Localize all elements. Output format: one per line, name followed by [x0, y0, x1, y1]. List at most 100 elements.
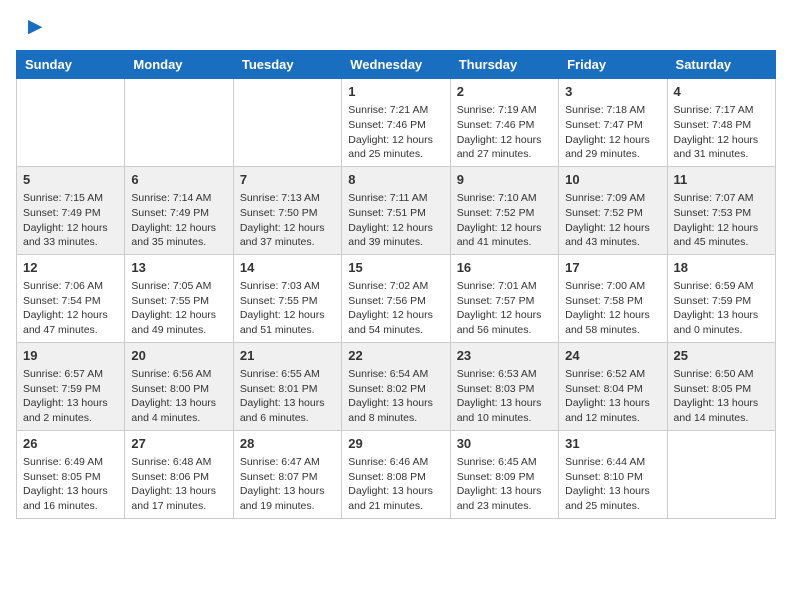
cell-content: 2Sunrise: 7:19 AMSunset: 7:46 PMDaylight… [457, 83, 552, 162]
calendar-row: 12Sunrise: 7:06 AMSunset: 7:54 PMDayligh… [17, 254, 776, 342]
day-info-line: Sunrise: 7:11 AM [348, 191, 443, 206]
day-number: 31 [565, 435, 660, 453]
day-info-line: Daylight: 13 hours [674, 308, 769, 323]
calendar-cell: 20Sunrise: 6:56 AMSunset: 8:00 PMDayligh… [125, 342, 233, 430]
day-info-line: Sunrise: 7:14 AM [131, 191, 226, 206]
calendar-cell: 26Sunrise: 6:49 AMSunset: 8:05 PMDayligh… [17, 430, 125, 518]
day-number: 3 [565, 83, 660, 101]
day-info-line: and 10 minutes. [457, 411, 552, 426]
calendar-cell: 18Sunrise: 6:59 AMSunset: 7:59 PMDayligh… [667, 254, 775, 342]
cell-content: 11Sunrise: 7:07 AMSunset: 7:53 PMDayligh… [674, 171, 769, 250]
logo-icon [20, 16, 44, 40]
day-info-line: Sunrise: 7:21 AM [348, 103, 443, 118]
day-info-line: and 58 minutes. [565, 323, 660, 338]
day-number: 6 [131, 171, 226, 189]
day-info-line: Sunset: 8:00 PM [131, 382, 226, 397]
day-info-line: Daylight: 12 hours [240, 221, 335, 236]
day-info-line: Sunrise: 6:44 AM [565, 455, 660, 470]
cell-content: 25Sunrise: 6:50 AMSunset: 8:05 PMDayligh… [674, 347, 769, 426]
day-info-line: Daylight: 13 hours [674, 396, 769, 411]
day-info-line: Sunset: 7:50 PM [240, 206, 335, 221]
day-info-line: Sunset: 7:55 PM [240, 294, 335, 309]
day-info-line: and 47 minutes. [23, 323, 118, 338]
day-info-line: Sunrise: 6:54 AM [348, 367, 443, 382]
day-info-line: Sunset: 8:10 PM [565, 470, 660, 485]
day-info-line: Sunrise: 7:18 AM [565, 103, 660, 118]
day-number: 23 [457, 347, 552, 365]
day-info-line: Sunset: 7:48 PM [674, 118, 769, 133]
day-number: 4 [674, 83, 769, 101]
day-info-line: and 23 minutes. [457, 499, 552, 514]
day-info-line: Sunset: 8:05 PM [23, 470, 118, 485]
day-info-line: Daylight: 13 hours [457, 484, 552, 499]
day-info-line: Daylight: 12 hours [674, 221, 769, 236]
day-info-line: Sunrise: 7:10 AM [457, 191, 552, 206]
day-number: 17 [565, 259, 660, 277]
day-info-line: and 45 minutes. [674, 235, 769, 250]
day-info-line: and 33 minutes. [23, 235, 118, 250]
day-number: 20 [131, 347, 226, 365]
calendar-cell [125, 79, 233, 167]
day-info-line: Sunrise: 6:55 AM [240, 367, 335, 382]
day-info-line: Sunset: 8:03 PM [457, 382, 552, 397]
calendar-cell: 27Sunrise: 6:48 AMSunset: 8:06 PMDayligh… [125, 430, 233, 518]
day-info-line: Daylight: 12 hours [348, 221, 443, 236]
day-number: 1 [348, 83, 443, 101]
day-info-line: Sunset: 7:47 PM [565, 118, 660, 133]
cell-content: 10Sunrise: 7:09 AMSunset: 7:52 PMDayligh… [565, 171, 660, 250]
calendar-row: 19Sunrise: 6:57 AMSunset: 7:59 PMDayligh… [17, 342, 776, 430]
day-info-line: Daylight: 13 hours [131, 396, 226, 411]
day-number: 10 [565, 171, 660, 189]
calendar-table: SundayMondayTuesdayWednesdayThursdayFrid… [16, 50, 776, 519]
calendar-cell: 29Sunrise: 6:46 AMSunset: 8:08 PMDayligh… [342, 430, 450, 518]
day-info-line: Sunrise: 6:50 AM [674, 367, 769, 382]
day-info-line: and 56 minutes. [457, 323, 552, 338]
header-day: Saturday [667, 51, 775, 79]
day-info-line: Sunset: 8:06 PM [131, 470, 226, 485]
calendar-cell: 1Sunrise: 7:21 AMSunset: 7:46 PMDaylight… [342, 79, 450, 167]
day-info-line: Daylight: 12 hours [348, 133, 443, 148]
calendar-cell: 30Sunrise: 6:45 AMSunset: 8:09 PMDayligh… [450, 430, 558, 518]
cell-content: 28Sunrise: 6:47 AMSunset: 8:07 PMDayligh… [240, 435, 335, 514]
day-info-line: Sunset: 8:08 PM [348, 470, 443, 485]
calendar-cell: 24Sunrise: 6:52 AMSunset: 8:04 PMDayligh… [559, 342, 667, 430]
day-info-line: Daylight: 12 hours [131, 221, 226, 236]
day-info-line: Sunset: 7:55 PM [131, 294, 226, 309]
logo [16, 16, 44, 40]
day-number: 11 [674, 171, 769, 189]
calendar-cell: 21Sunrise: 6:55 AMSunset: 8:01 PMDayligh… [233, 342, 341, 430]
cell-content: 7Sunrise: 7:13 AMSunset: 7:50 PMDaylight… [240, 171, 335, 250]
day-number: 9 [457, 171, 552, 189]
day-info-line: Daylight: 12 hours [240, 308, 335, 323]
day-info-line: Daylight: 12 hours [23, 308, 118, 323]
day-info-line: Sunrise: 6:57 AM [23, 367, 118, 382]
calendar-cell: 11Sunrise: 7:07 AMSunset: 7:53 PMDayligh… [667, 166, 775, 254]
day-info-line: Daylight: 13 hours [131, 484, 226, 499]
day-info-line: Daylight: 12 hours [565, 308, 660, 323]
day-info-line: and 21 minutes. [348, 499, 443, 514]
day-info-line: Daylight: 13 hours [457, 396, 552, 411]
day-info-line: Daylight: 12 hours [457, 308, 552, 323]
day-info-line: Daylight: 12 hours [565, 133, 660, 148]
cell-content: 21Sunrise: 6:55 AMSunset: 8:01 PMDayligh… [240, 347, 335, 426]
calendar-cell [233, 79, 341, 167]
cell-content: 6Sunrise: 7:14 AMSunset: 7:49 PMDaylight… [131, 171, 226, 250]
cell-content: 22Sunrise: 6:54 AMSunset: 8:02 PMDayligh… [348, 347, 443, 426]
cell-content: 16Sunrise: 7:01 AMSunset: 7:57 PMDayligh… [457, 259, 552, 338]
day-info-line: and 49 minutes. [131, 323, 226, 338]
day-info-line: Daylight: 12 hours [131, 308, 226, 323]
header [16, 16, 776, 40]
day-info-line: Sunset: 7:58 PM [565, 294, 660, 309]
calendar-cell: 8Sunrise: 7:11 AMSunset: 7:51 PMDaylight… [342, 166, 450, 254]
day-info-line: Sunrise: 7:13 AM [240, 191, 335, 206]
calendar-cell: 14Sunrise: 7:03 AMSunset: 7:55 PMDayligh… [233, 254, 341, 342]
header-row: SundayMondayTuesdayWednesdayThursdayFrid… [17, 51, 776, 79]
day-number: 29 [348, 435, 443, 453]
cell-content: 12Sunrise: 7:06 AMSunset: 7:54 PMDayligh… [23, 259, 118, 338]
day-number: 15 [348, 259, 443, 277]
calendar-cell: 15Sunrise: 7:02 AMSunset: 7:56 PMDayligh… [342, 254, 450, 342]
calendar-row: 1Sunrise: 7:21 AMSunset: 7:46 PMDaylight… [17, 79, 776, 167]
day-info-line: Daylight: 12 hours [457, 133, 552, 148]
day-info-line: Sunrise: 6:45 AM [457, 455, 552, 470]
calendar-cell: 31Sunrise: 6:44 AMSunset: 8:10 PMDayligh… [559, 430, 667, 518]
